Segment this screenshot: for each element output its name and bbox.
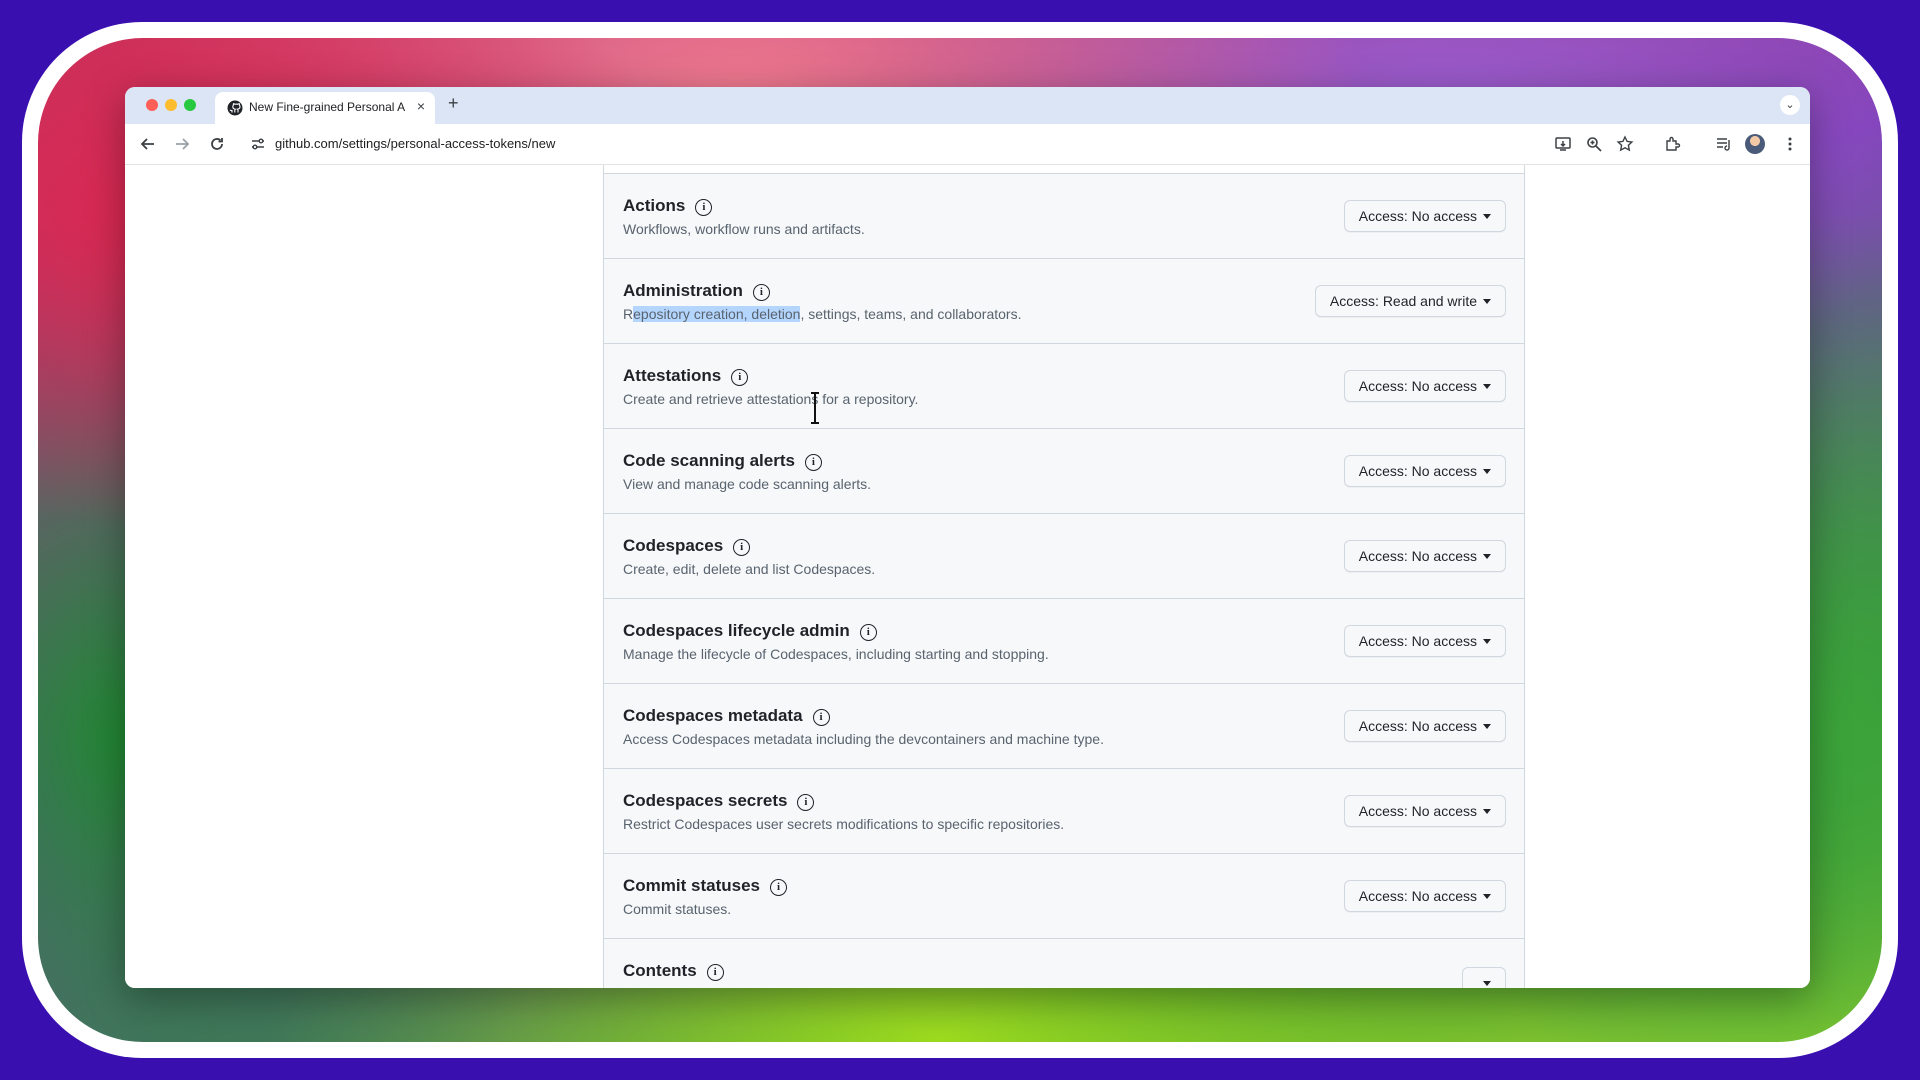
permission-row-commit-statuses: Commit statuses i Commit statuses. Access… (604, 854, 1524, 939)
caret-down-icon (1483, 894, 1491, 899)
access-dropdown-button[interactable]: Access: No access (1343, 880, 1506, 912)
address-bar[interactable]: github.com/settings/personal-access-toke… (275, 136, 555, 151)
access-dropdown-label: Access: No access (1358, 718, 1477, 734)
access-dropdown-button[interactable]: Access: No access (1343, 455, 1506, 487)
permission-name: Attestations (623, 366, 722, 385)
minimize-window-button[interactable] (165, 99, 177, 111)
panel-header-edge (604, 165, 1524, 174)
caret-down-icon (1483, 981, 1491, 986)
reload-icon[interactable] (208, 135, 226, 153)
permission-row-codespaces-metadata: Codespaces metadata i Access Codespaces m… (604, 684, 1524, 769)
description-prefix: R (623, 306, 634, 322)
tab-close-icon[interactable]: × (417, 98, 425, 114)
info-circle-icon[interactable]: i (731, 369, 749, 386)
permission-name: Codespaces secrets (623, 791, 788, 810)
repository-permissions-list: Actions i Workflows, workflow runs and ar… (603, 165, 1525, 988)
access-dropdown-label: Access: No access (1358, 378, 1477, 394)
permission-name: Administration (623, 281, 743, 300)
text-cursor-icon (811, 392, 819, 424)
access-dropdown-label: Access: Read and write (1329, 293, 1477, 309)
install-app-icon[interactable] (1554, 135, 1572, 153)
info-circle-icon[interactable]: i (769, 879, 787, 896)
permission-description: Repository creation, deletion, settings,… (623, 306, 1021, 322)
access-dropdown-button[interactable]: Access: No access (1343, 200, 1506, 232)
permission-description: Create, edit, delete and list Codespaces… (623, 561, 876, 577)
tab-search-icon[interactable]: ⌄ (1780, 95, 1800, 115)
access-dropdown-label: Access: No access (1358, 633, 1477, 649)
permission-description: Restrict Codespaces user secrets modific… (623, 816, 1065, 832)
site-settings-icon[interactable] (250, 136, 266, 152)
permission-description: Commit statuses. (623, 901, 732, 917)
forward-arrow-icon[interactable] (173, 135, 191, 153)
info-circle-icon[interactable]: i (804, 454, 822, 471)
new-tab-button[interactable]: + (448, 93, 459, 114)
access-dropdown-label: Access: No access (1358, 803, 1477, 819)
github-favicon-icon (227, 100, 243, 116)
caret-down-icon (1483, 214, 1491, 219)
permission-name: Actions (623, 196, 686, 215)
caret-down-icon (1483, 724, 1491, 729)
caret-down-icon (1483, 469, 1491, 474)
extensions-icon[interactable] (1664, 135, 1682, 153)
permission-row-administration: Administration i Repository creation, del… (604, 259, 1524, 344)
permission-row-codespaces-secrets: Codespaces secrets i Restrict Codespaces … (604, 769, 1524, 854)
permission-row-code-scanning-alerts: Code scanning alerts i View and manage co… (604, 429, 1524, 514)
access-dropdown-button[interactable] (1462, 967, 1506, 988)
access-dropdown-label: Access: No access (1358, 888, 1477, 904)
media-control-icon[interactable] (1715, 135, 1733, 153)
browser-toolbar: github.com/settings/personal-access-toke… (125, 124, 1810, 165)
permission-description: Access Codespaces metadata including the… (623, 731, 1104, 747)
caret-down-icon (1483, 554, 1491, 559)
permission-name: Codespaces lifecycle admin (623, 621, 850, 640)
info-circle-icon[interactable]: i (695, 199, 713, 216)
permission-row-attestations: Attestations i Create and retrieve attest… (604, 344, 1524, 429)
page-content: Actions i Workflows, workflow runs and ar… (125, 165, 1810, 988)
more-menu-icon[interactable] (1781, 135, 1799, 153)
access-dropdown-button[interactable]: Access: No access (1343, 625, 1506, 657)
back-arrow-icon[interactable] (139, 135, 157, 153)
access-dropdown-button[interactable]: Access: No access (1343, 370, 1506, 402)
access-dropdown-label: Access: No access (1358, 463, 1477, 479)
permission-name: Codespaces (623, 536, 724, 555)
permission-name: Contents (623, 961, 697, 980)
permission-row-actions: Actions i Workflows, workflow runs and ar… (604, 174, 1524, 259)
permission-row-codespaces-lifecycle-admin: Codespaces lifecycle admin i Manage the l… (604, 599, 1524, 684)
permission-name: Code scanning alerts (623, 451, 795, 470)
caret-down-icon (1483, 384, 1491, 389)
permission-description: View and manage code scanning alerts. (623, 476, 872, 492)
permission-description: Create and retrieve attestations for a r… (623, 391, 919, 407)
permission-description: Workflows, workflow runs and artifacts. (623, 221, 865, 237)
permission-row-codespaces: Codespaces i Create, edit, delete and lis… (604, 514, 1524, 599)
browser-window: New Fine-grained Personal A × + ⌄ github… (125, 87, 1810, 988)
zoom-icon[interactable] (1585, 135, 1603, 153)
tab-bar: New Fine-grained Personal A × + ⌄ (125, 87, 1810, 124)
info-circle-icon[interactable]: i (706, 964, 724, 981)
access-dropdown-button[interactable]: Access: Read and write (1314, 285, 1506, 317)
bookmark-star-icon[interactable] (1616, 135, 1634, 153)
active-tab[interactable]: New Fine-grained Personal A × (215, 92, 435, 124)
permission-row-contents: Contents i (604, 939, 1524, 988)
caret-down-icon (1483, 809, 1491, 814)
description-rest: , settings, teams, and collaborators. (800, 306, 1022, 322)
permission-description: Manage the lifecycle of Codespaces, incl… (623, 646, 1049, 662)
info-circle-icon[interactable]: i (812, 709, 830, 726)
tab-title: New Fine-grained Personal A (249, 100, 406, 114)
close-window-button[interactable] (146, 99, 158, 111)
info-circle-icon[interactable]: i (733, 539, 751, 556)
info-circle-icon[interactable]: i (752, 284, 770, 301)
caret-down-icon (1483, 299, 1491, 304)
caret-down-icon (1483, 639, 1491, 644)
access-dropdown-button[interactable]: Access: No access (1343, 710, 1506, 742)
access-dropdown-button[interactable]: Access: No access (1343, 795, 1506, 827)
access-dropdown-label: Access: No access (1358, 548, 1477, 564)
access-dropdown-button[interactable]: Access: No access (1343, 540, 1506, 572)
permission-name: Commit statuses (623, 876, 760, 895)
permission-name: Codespaces metadata (623, 706, 803, 725)
info-circle-icon[interactable]: i (859, 624, 877, 641)
profile-avatar[interactable] (1745, 134, 1765, 154)
zoom-window-button[interactable] (184, 99, 196, 111)
selected-text: epository creation, deletion (633, 306, 801, 322)
info-circle-icon[interactable]: i (797, 794, 815, 811)
access-dropdown-label: Access: No access (1358, 208, 1477, 224)
